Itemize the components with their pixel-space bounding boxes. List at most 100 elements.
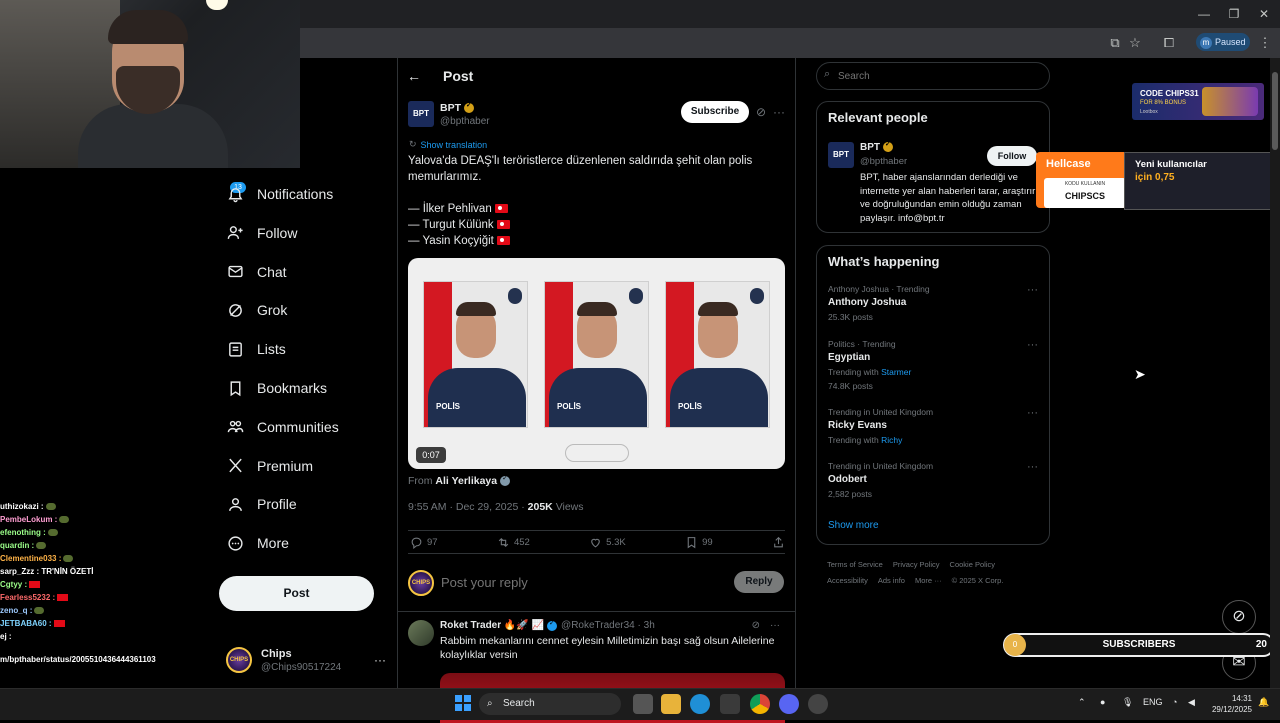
footer-link[interactable]: Privacy Policy: [893, 557, 940, 573]
more-dots-icon[interactable]: ···: [1027, 284, 1038, 296]
chat-user: PembeLokum :: [0, 515, 58, 524]
trend-name: Odobert: [828, 474, 867, 485]
person-plus-icon: [222, 220, 248, 246]
nav-item-follow[interactable]: Follow: [222, 216, 392, 250]
profile-paused-chip[interactable]: m Paused: [1196, 33, 1250, 51]
verified-gold-icon: [883, 140, 893, 153]
discord-tray-icon[interactable]: ●: [1100, 697, 1105, 707]
trend-item[interactable]: Trending in United Kingdom Odobert 2,582 p…: [828, 461, 1038, 499]
back-arrow-icon[interactable]: ←: [407, 68, 443, 84]
restore-icon[interactable]: ❐: [1224, 6, 1244, 22]
bookmark-action[interactable]: 99: [685, 536, 713, 549]
nav-item-chat[interactable]: Chat: [222, 255, 392, 289]
post-button[interactable]: Post: [219, 576, 374, 611]
footer-link[interactable]: Ads info: [878, 573, 905, 589]
wifi-icon[interactable]: ◔: [1172, 697, 1177, 707]
task-view-icon[interactable]: [633, 694, 653, 714]
footer-link[interactable]: Terms of Service: [827, 557, 883, 573]
notification-bell-icon[interactable]: 🔔: [1258, 697, 1269, 708]
nav-item-grok[interactable]: Grok: [222, 293, 392, 327]
reply-author-name: Roket Trader 🔥🚀 📈: [440, 620, 545, 631]
page-scrollbar[interactable]: [1270, 58, 1280, 688]
emote-icon: [47, 529, 58, 537]
nav-label: Communities: [257, 418, 339, 435]
footer-link[interactable]: Cookie Policy: [950, 557, 995, 573]
reply-input[interactable]: [441, 573, 711, 591]
volume-icon[interactable]: ◀: [1188, 697, 1195, 708]
store-icon[interactable]: [720, 694, 740, 714]
subscribe-button[interactable]: Subscribe: [681, 101, 749, 123]
mouse-cursor-icon: ➤: [1134, 366, 1146, 382]
footer-link[interactable]: Accessibility: [827, 573, 868, 589]
show-more-link[interactable]: Show more: [828, 520, 879, 531]
search-input[interactable]: [838, 69, 1038, 83]
turkish-flag-icon: [57, 594, 69, 602]
cast-icon[interactable]: ⧉: [1106, 34, 1124, 52]
chat-message: Cgtyy :: [0, 578, 200, 591]
file-explorer-icon[interactable]: [661, 694, 681, 714]
discord-icon[interactable]: [779, 694, 799, 714]
nav-item-lists[interactable]: Lists: [222, 332, 392, 366]
nav-item-bookmarks[interactable]: Bookmarks: [222, 371, 392, 405]
video-source[interactable]: From Ali Yerlikaya: [408, 474, 511, 487]
taskbar-search[interactable]: ⌕ Search: [479, 693, 621, 715]
repost-action[interactable]: 452: [497, 536, 530, 549]
post-timestamp: 9:55 AM · Dec 29, 2025 ·: [408, 501, 525, 513]
browser-menu-icon[interactable]: ⋮: [1256, 34, 1274, 52]
author-name: BPT: [440, 101, 461, 114]
chrome-icon[interactable]: [750, 694, 770, 714]
nav-item-communities[interactable]: Communities: [222, 410, 392, 444]
trend-item[interactable]: Trending in United Kingdom Ricky Evans Tre…: [828, 407, 1038, 445]
promo-banner: CODE CHIPS31 FOR 8% BONUS Lootbox: [1132, 83, 1264, 120]
more-dots-icon[interactable]: ···: [1027, 461, 1038, 473]
more-dots-icon[interactable]: ···: [770, 620, 780, 631]
close-icon[interactable]: ✕: [1254, 6, 1274, 22]
chat-message: uthizokazi :: [0, 500, 200, 513]
windows-start-icon[interactable]: [455, 695, 471, 711]
nav-item-notifications[interactable]: Notifications: [222, 177, 392, 211]
grok-fab-icon[interactable]: ⊘: [1222, 600, 1256, 634]
edge-icon[interactable]: [690, 694, 710, 714]
tray-chevron-icon[interactable]: ⌃: [1078, 697, 1086, 708]
reply-icon: [411, 537, 422, 549]
trend-context: Trending in United Kingdom: [828, 461, 934, 471]
trend-item[interactable]: Politics · Trending Egyptian Trending with…: [828, 339, 1038, 391]
reply-action[interactable]: 97: [410, 536, 438, 549]
nav-item-more[interactable]: More: [222, 526, 392, 560]
like-action[interactable]: 5.3K: [589, 536, 626, 549]
trend-with-link[interactable]: Starmer: [881, 367, 911, 377]
microphone-icon[interactable]: 🎙: [1122, 697, 1133, 708]
post-author[interactable]: BPT BPT @bpthaber: [408, 101, 490, 127]
reply-button[interactable]: Reply: [734, 571, 784, 593]
footer-link[interactable]: © 2025 X Corp.: [952, 573, 1004, 589]
reply-post[interactable]: Roket Trader 🔥🚀 📈 @RokeTrader34 · 3h ⊘ ·…: [408, 619, 788, 662]
grok-icon[interactable]: ⊘: [754, 105, 768, 119]
show-translation[interactable]: ↻ Show translation: [409, 139, 487, 150]
trend-item[interactable]: Anthony Joshua · Trending Anthony Joshua 2…: [828, 284, 1038, 322]
avatar: CHIPS: [226, 647, 252, 673]
search-icon: ⌕: [487, 698, 493, 709]
more-dots-icon[interactable]: ···: [1027, 339, 1038, 351]
language-indicator[interactable]: ENG: [1143, 697, 1163, 707]
follow-button[interactable]: Follow: [987, 146, 1037, 166]
footer-link[interactable]: More ···: [915, 573, 942, 589]
more-dots-icon[interactable]: ···: [1027, 407, 1038, 419]
extensions-icon[interactable]: ⧠: [1160, 34, 1178, 52]
post-video[interactable]: POLİS POLİS POLİS: [408, 258, 785, 469]
account-switcher[interactable]: CHIPS Chips @Chips90517224 ···: [226, 642, 386, 678]
more-dots-icon[interactable]: ···: [374, 653, 386, 667]
scrollbar-thumb[interactable]: [1272, 72, 1278, 150]
minimize-icon[interactable]: —: [1194, 6, 1214, 22]
star-icon[interactable]: ☆: [1126, 34, 1144, 52]
clock[interactable]: 14:31 29/12/2025: [1204, 693, 1252, 715]
chat-user: ej :: [0, 632, 12, 641]
trend-with-link[interactable]: Richy: [881, 435, 902, 445]
nav-item-profile[interactable]: Profile: [222, 487, 392, 521]
more-dots-icon[interactable]: ···: [772, 105, 786, 119]
app-icon[interactable]: [808, 694, 828, 714]
nav-item-premium[interactable]: Premium: [222, 449, 392, 483]
relevant-person[interactable]: BPT @bpthaber: [860, 140, 907, 167]
share-action[interactable]: [772, 536, 785, 549]
grok-icon[interactable]: ⊘: [752, 620, 760, 631]
emote-icon: [36, 542, 47, 550]
